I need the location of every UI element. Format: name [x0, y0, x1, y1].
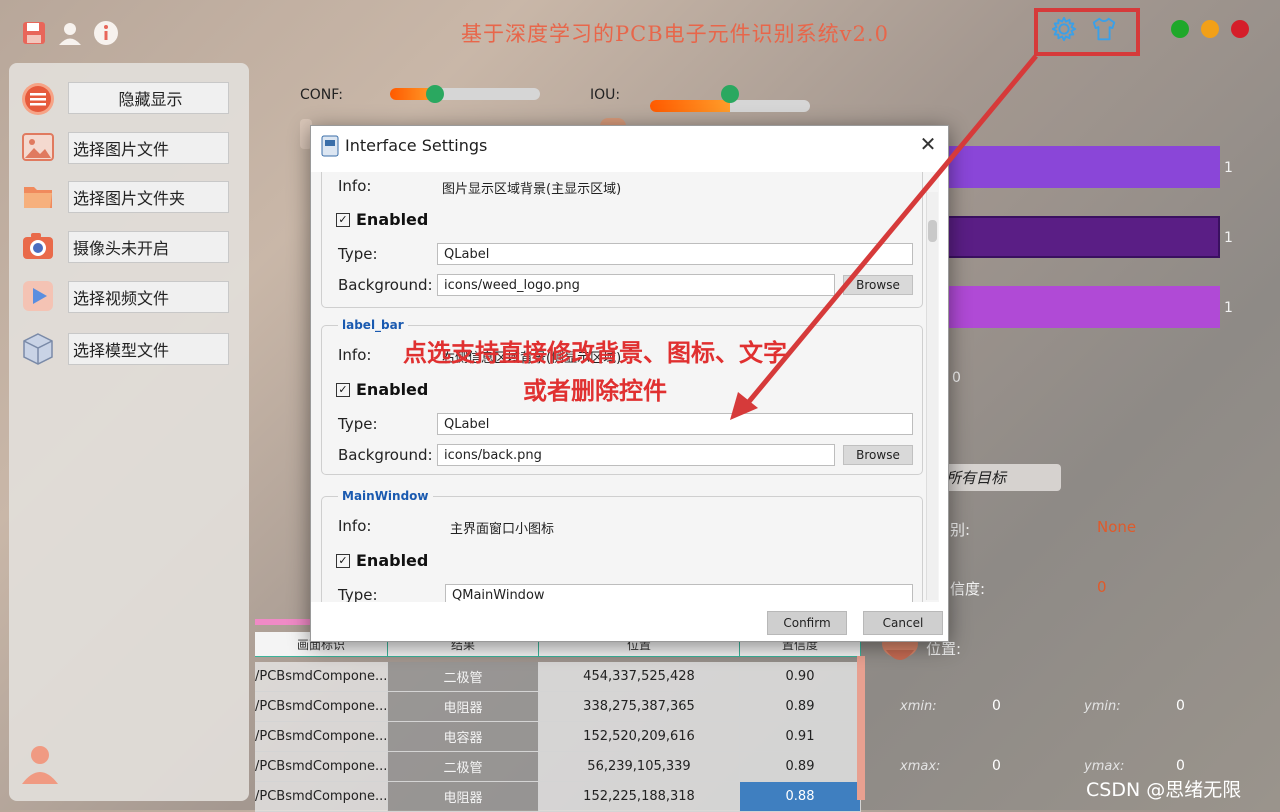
- watermark: CSDN @思绪无限: [1086, 779, 1242, 801]
- annotation-line: 点选支持直接修改背景、图标、文字: [403, 339, 787, 367]
- annotation-line: 或者删除控件: [523, 377, 667, 405]
- annotation-text: 点选支持直接修改背景、图标、文字 或者删除控件: [360, 334, 830, 410]
